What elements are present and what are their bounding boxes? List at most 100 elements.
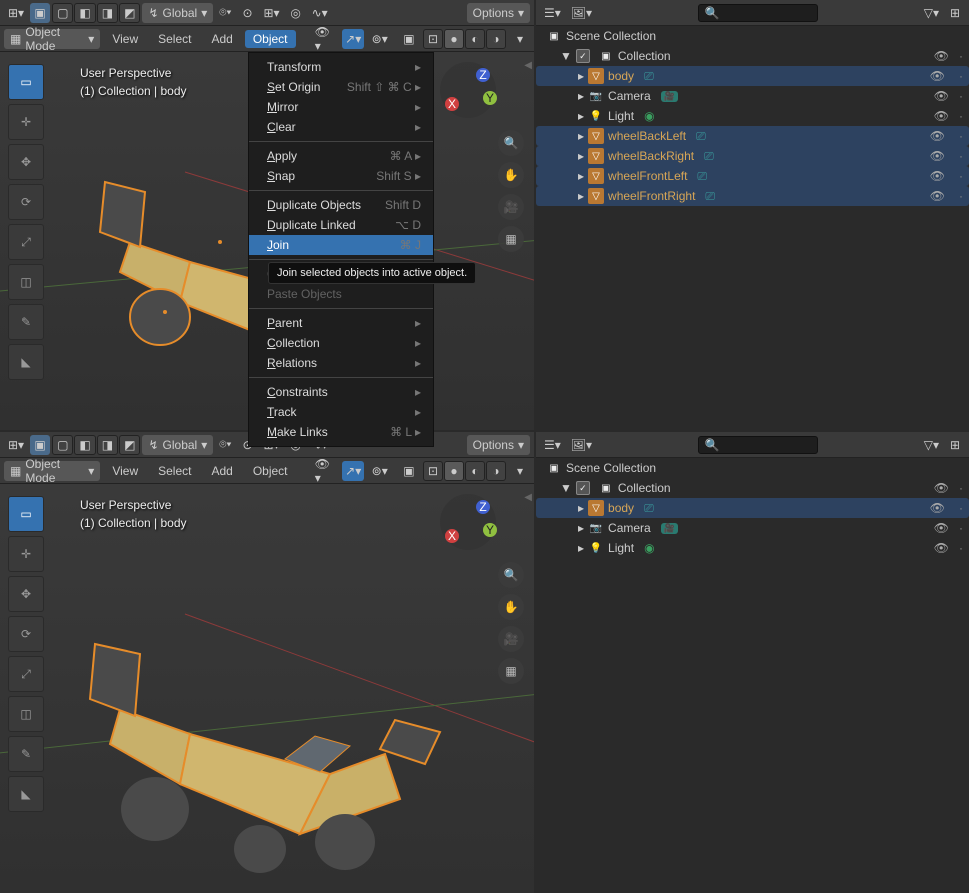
outliner-row-camera[interactable]: ▸ 📷Camera🎥👁·: [536, 518, 969, 538]
outliner-type-icon[interactable]: ☰▾: [540, 3, 565, 23]
selmode-3-icon[interactable]: ◨: [97, 3, 118, 23]
snap-toggle-icon[interactable]: ⊙: [237, 3, 257, 23]
outliner-tree-2[interactable]: ▣Scene Collection▼ ✓▣Collection👁·▸ ▽body…: [536, 458, 969, 893]
menu-item-snap[interactable]: SnapShift S ▸: [249, 166, 433, 186]
menu-item-track[interactable]: Track▸: [249, 402, 433, 422]
falloff-icon[interactable]: ∿▾: [308, 3, 332, 23]
gizmo-icon[interactable]: ↗▾: [342, 29, 365, 49]
matprev-shade-icon[interactable]: ◐: [465, 29, 485, 49]
editor-type-icon-2[interactable]: ⊞▾: [4, 435, 28, 455]
outliner-row-body[interactable]: ▸ ▽body⎚👁·: [536, 66, 969, 86]
prop-edit-icon[interactable]: ◎: [286, 3, 306, 23]
tool-scale-2[interactable]: ⤢: [8, 656, 44, 692]
render-shade-icon-2[interactable]: ◑: [486, 461, 506, 481]
outliner-search[interactable]: 🔍: [698, 4, 818, 22]
outliner-type-icon-2[interactable]: ☰▾: [540, 435, 565, 455]
outliner-search-2[interactable]: 🔍: [698, 436, 818, 454]
menu-item-paste-objects[interactable]: Paste Objects: [249, 284, 433, 304]
menu-item-duplicate-objects[interactable]: Duplicate ObjectsShift D: [249, 195, 433, 215]
outliner-row-wheelfrontleft[interactable]: ▸ ▽wheelFrontLeft⎚👁·: [536, 166, 969, 186]
selmode-1-icon-2[interactable]: ▢: [52, 435, 73, 455]
outliner-row-wheelbackleft[interactable]: ▸ ▽wheelBackLeft⎚👁·: [536, 126, 969, 146]
tool-rotate-2[interactable]: ⟳: [8, 616, 44, 652]
overlay-icon[interactable]: ⊚▾: [368, 29, 391, 49]
editor-type-icon[interactable]: ⊞▾: [4, 3, 28, 23]
tool-select-box[interactable]: ▭: [8, 64, 44, 100]
outliner-row-collection[interactable]: ▼ ✓▣Collection👁·: [536, 46, 969, 66]
orientation-dropdown-2[interactable]: ↯ Global ▾: [142, 435, 213, 455]
solid-shade-icon-2[interactable]: ●: [444, 461, 464, 481]
mode-dropdown[interactable]: ▦ Object Mode ▾: [4, 29, 100, 49]
tool-select-box-2[interactable]: ▭: [8, 496, 44, 532]
snap-target-icon[interactable]: ⊞▾: [259, 3, 283, 23]
menu-add-2[interactable]: Add: [203, 462, 240, 480]
menu-object[interactable]: Object: [245, 30, 296, 48]
outliner-tree[interactable]: ▣Scene Collection▼ ✓▣Collection👁·▸ ▽body…: [536, 26, 969, 430]
menu-select-2[interactable]: Select: [150, 462, 199, 480]
menu-select[interactable]: Select: [150, 30, 199, 48]
tool-select-icon[interactable]: ▣: [30, 3, 50, 23]
display-mode-icon[interactable]: 🖼▾: [567, 3, 596, 23]
tool-annotate[interactable]: ✎: [8, 304, 44, 340]
viewport-3d-2[interactable]: [0, 484, 534, 893]
visibility-icon[interactable]: 👁▾: [311, 29, 338, 49]
menu-item-relations[interactable]: Relations▸: [249, 353, 433, 373]
orientation-dropdown[interactable]: ↯ Global ▾: [142, 3, 213, 23]
menu-item-join[interactable]: Join⌘ J: [249, 235, 433, 255]
menu-item-constraints[interactable]: Constraints▸: [249, 382, 433, 402]
camera-orb-icon-2[interactable]: 🎥: [498, 626, 524, 652]
shade-options-icon[interactable]: ▾: [510, 29, 530, 49]
menu-view[interactable]: View: [104, 30, 146, 48]
menu-item-clear[interactable]: Clear▸: [249, 117, 433, 137]
outliner-row-wheelbackright[interactable]: ▸ ▽wheelBackRight⎚👁·: [536, 146, 969, 166]
outliner-search-input[interactable]: [724, 6, 804, 20]
options-dropdown[interactable]: Options ▾: [467, 3, 530, 23]
overlay-icon-2[interactable]: ⊚▾: [368, 461, 391, 481]
menu-item-mirror[interactable]: Mirror▸: [249, 97, 433, 117]
outliner-row-scene[interactable]: ▣Scene Collection: [536, 458, 969, 478]
menu-object-2[interactable]: Object: [245, 462, 296, 480]
shade-options-icon-2[interactable]: ▾: [510, 461, 530, 481]
collapse-chevron-icon[interactable]: ◀: [524, 60, 532, 71]
menu-item-set-origin[interactable]: Set OriginShift ⇧ ⌘ C ▸: [249, 77, 433, 97]
selmode-1-icon[interactable]: ▢: [52, 3, 73, 23]
tool-transform-2[interactable]: ◫: [8, 696, 44, 732]
persp-orb-icon-2[interactable]: ▦: [498, 658, 524, 684]
menu-item-make-links[interactable]: Make Links⌘ L ▸: [249, 422, 433, 442]
wire-shade-icon[interactable]: ⊡: [423, 29, 443, 49]
tool-measure[interactable]: ◣: [8, 344, 44, 380]
menu-view-2[interactable]: View: [104, 462, 146, 480]
filter-icon-2[interactable]: ▽▾: [920, 435, 943, 455]
tool-scale[interactable]: ⤢: [8, 224, 44, 260]
menu-item-apply[interactable]: Apply⌘ A ▸: [249, 146, 433, 166]
outliner-row-scene[interactable]: ▣Scene Collection: [536, 26, 969, 46]
menu-item-transform[interactable]: Transform▸: [249, 57, 433, 77]
tool-cursor[interactable]: ✛: [8, 104, 44, 140]
outliner-row-wheelfrontright[interactable]: ▸ ▽wheelFrontRight⎚👁·: [536, 186, 969, 206]
new-collection-icon-2[interactable]: ⊞: [945, 435, 965, 455]
pan-orb-icon-2[interactable]: ✋: [498, 594, 524, 620]
xray-icon[interactable]: ▣: [399, 29, 419, 49]
menu-item-duplicate-linked[interactable]: Duplicate Linked⌥ D: [249, 215, 433, 235]
persp-orb-icon[interactable]: ▦: [498, 226, 524, 252]
pan-orb-icon[interactable]: ✋: [498, 162, 524, 188]
zoom-orb-icon[interactable]: 🔍: [498, 130, 524, 156]
display-mode-icon-2[interactable]: 🖼▾: [567, 435, 596, 455]
selmode-4-icon[interactable]: ◩: [119, 3, 140, 23]
gizmo-icon-2[interactable]: ↗▾: [342, 461, 365, 481]
outliner-row-light[interactable]: ▸ 💡Light◉👁·: [536, 106, 969, 126]
filter-icon[interactable]: ▽▾: [920, 3, 943, 23]
visibility-icon-2[interactable]: 👁▾: [311, 461, 338, 481]
selmode-2-icon[interactable]: ◧: [74, 3, 95, 23]
options-dropdown-2[interactable]: Options ▾: [467, 435, 530, 455]
tool-rotate[interactable]: ⟳: [8, 184, 44, 220]
tool-measure-2[interactable]: ◣: [8, 776, 44, 812]
wire-shade-icon-2[interactable]: ⊡: [423, 461, 443, 481]
outliner-search-input-2[interactable]: [724, 438, 804, 452]
tool-cursor-2[interactable]: ✛: [8, 536, 44, 572]
selmode-2-icon-2[interactable]: ◧: [74, 435, 95, 455]
outliner-row-body[interactable]: ▸ ▽body⎚👁·: [536, 498, 969, 518]
outliner-row-camera[interactable]: ▸ 📷Camera🎥👁·: [536, 86, 969, 106]
pivot-icon-2[interactable]: ⌾▾: [215, 435, 235, 455]
selmode-3-icon-2[interactable]: ◨: [97, 435, 118, 455]
